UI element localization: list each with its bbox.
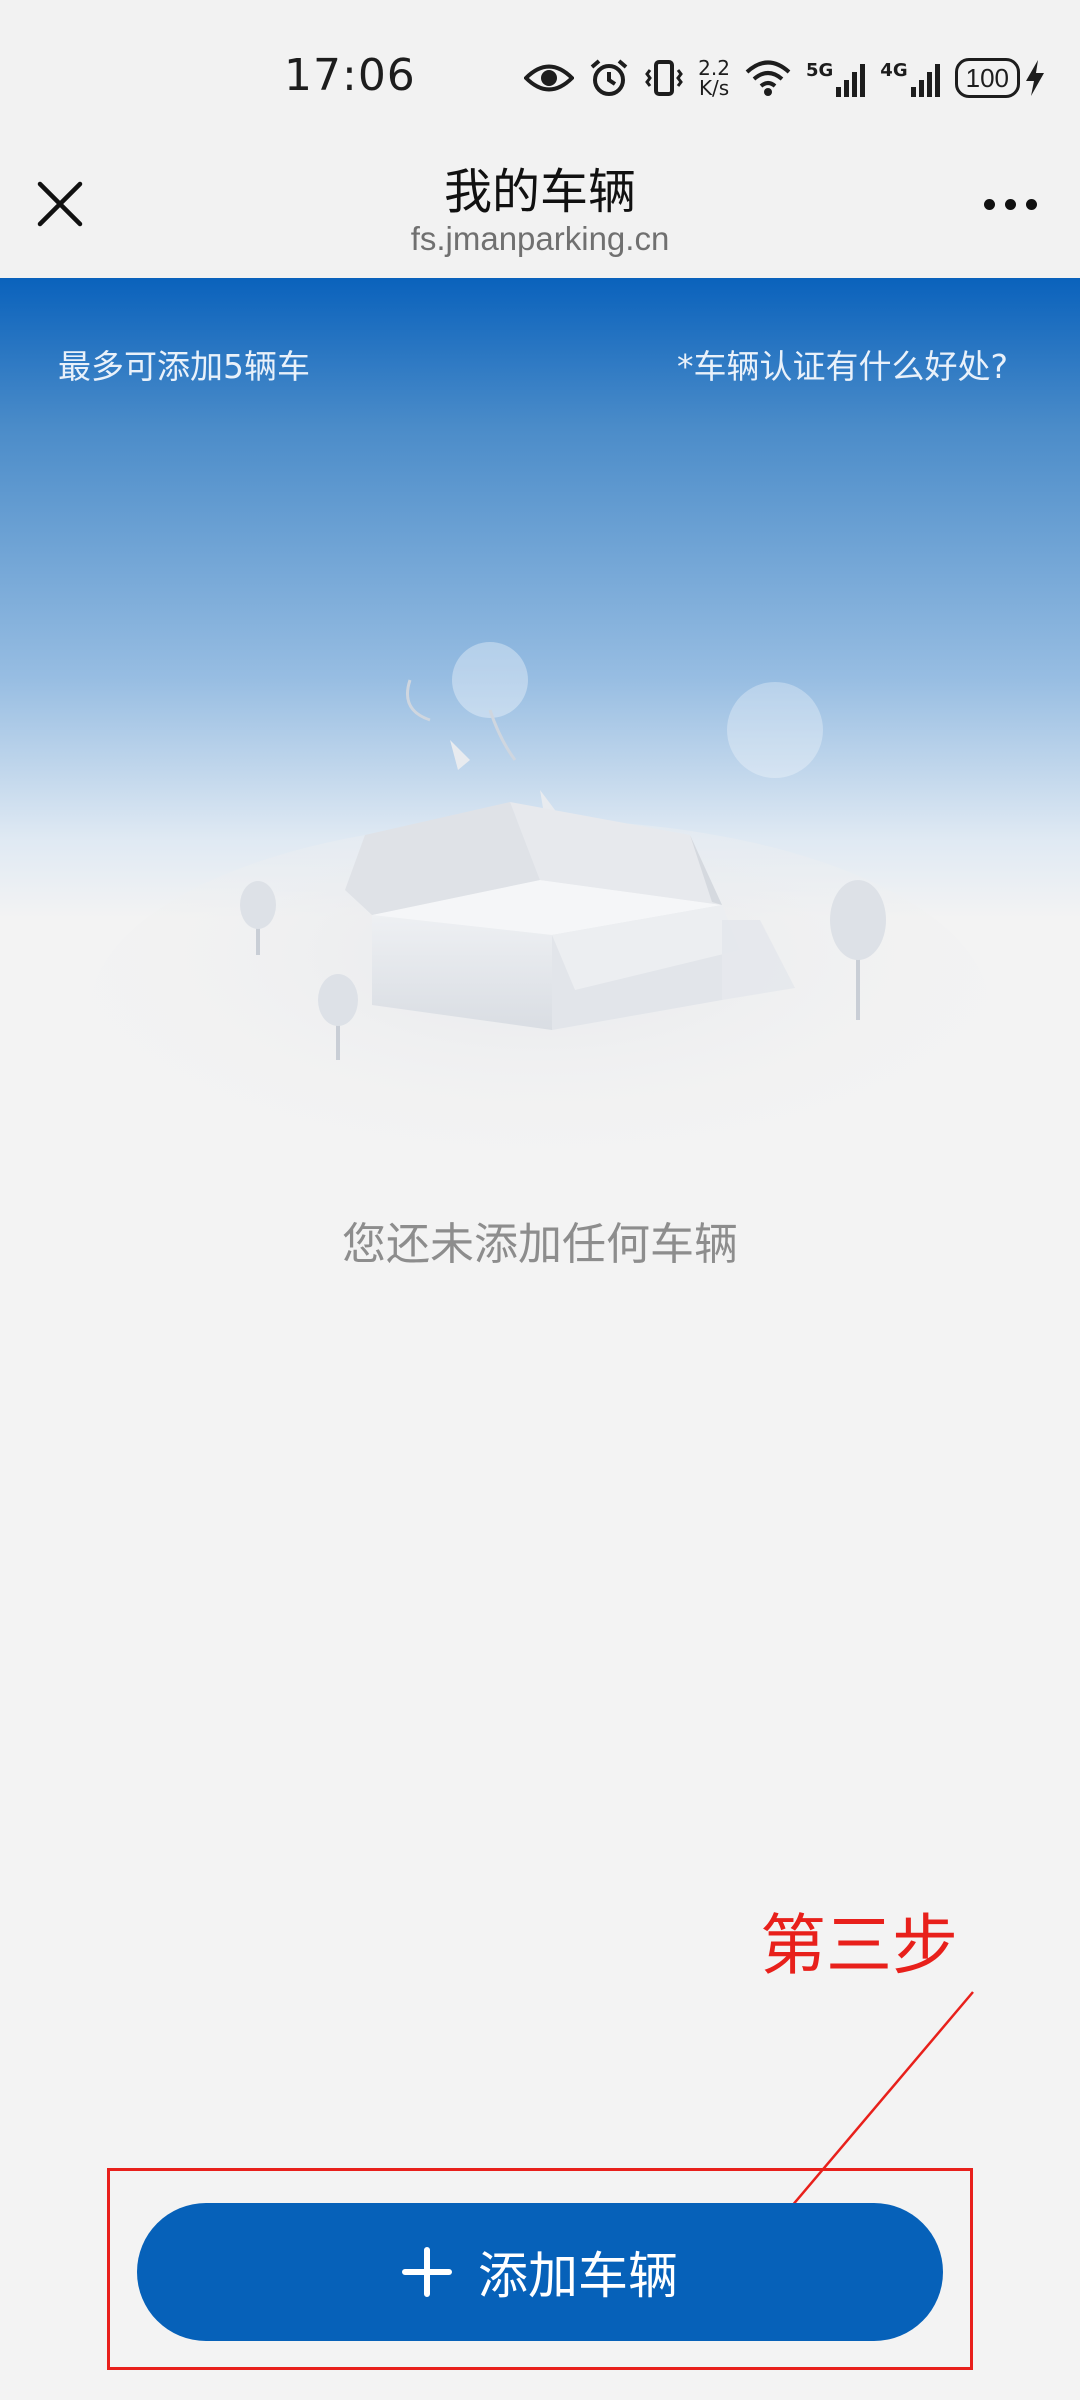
charging-icon [1026,60,1044,96]
signal-4g-label: 4G [880,59,908,81]
plus-icon [402,2247,452,2297]
nav-bar: 我的车辆 fs.jmanparking.cn [0,130,1080,278]
signal-4g: 4G [880,60,940,97]
battery-indicator: 100 [954,58,1046,98]
more-icon-dot [1025,198,1037,210]
net-speed: 2.2 K/s [698,58,730,98]
empty-state-message: 您还未添加任何车辆 [342,1219,738,1270]
status-bar: 17:06 2.2 K/s 5G 4G 100 [0,0,1080,130]
add-vehicle-button[interactable]: 添加车辆 [137,2203,943,2341]
page-domain: fs.jmanparking.cn [410,220,670,257]
signal-icon [836,63,866,97]
certification-benefits-link[interactable]: *车辆认证有什么好处? [677,340,1008,388]
battery-icon: 100 [954,58,1020,98]
empty-box-illustration [90,642,990,1180]
add-vehicle-label: 添加车辆 [478,2247,678,2305]
step-annotation: 第三步 [760,1907,958,1984]
battery-level: 100 [965,62,1009,93]
more-button[interactable] [970,174,1050,234]
vibrate-icon [645,60,684,96]
net-speed-unit: K/s [698,76,730,100]
status-time: 17:06 [284,50,416,101]
signal-5g: 5G [806,60,866,97]
alarm-icon [590,59,628,96]
vehicle-limit-hint: 最多可添加5辆车 [58,347,310,386]
wifi-icon [745,60,791,96]
more-icon-dot [1004,198,1016,210]
page-title: 我的车辆 [443,164,636,220]
signal-5g-label: 5G [805,59,834,81]
status-icons: 2.2 K/s 5G 4G 100 [524,50,1046,106]
signal-icon [910,63,940,97]
eye-icon [524,64,575,92]
content-background [0,278,1080,2400]
more-icon [983,198,995,210]
net-speed-value: 2.2 [698,56,730,80]
